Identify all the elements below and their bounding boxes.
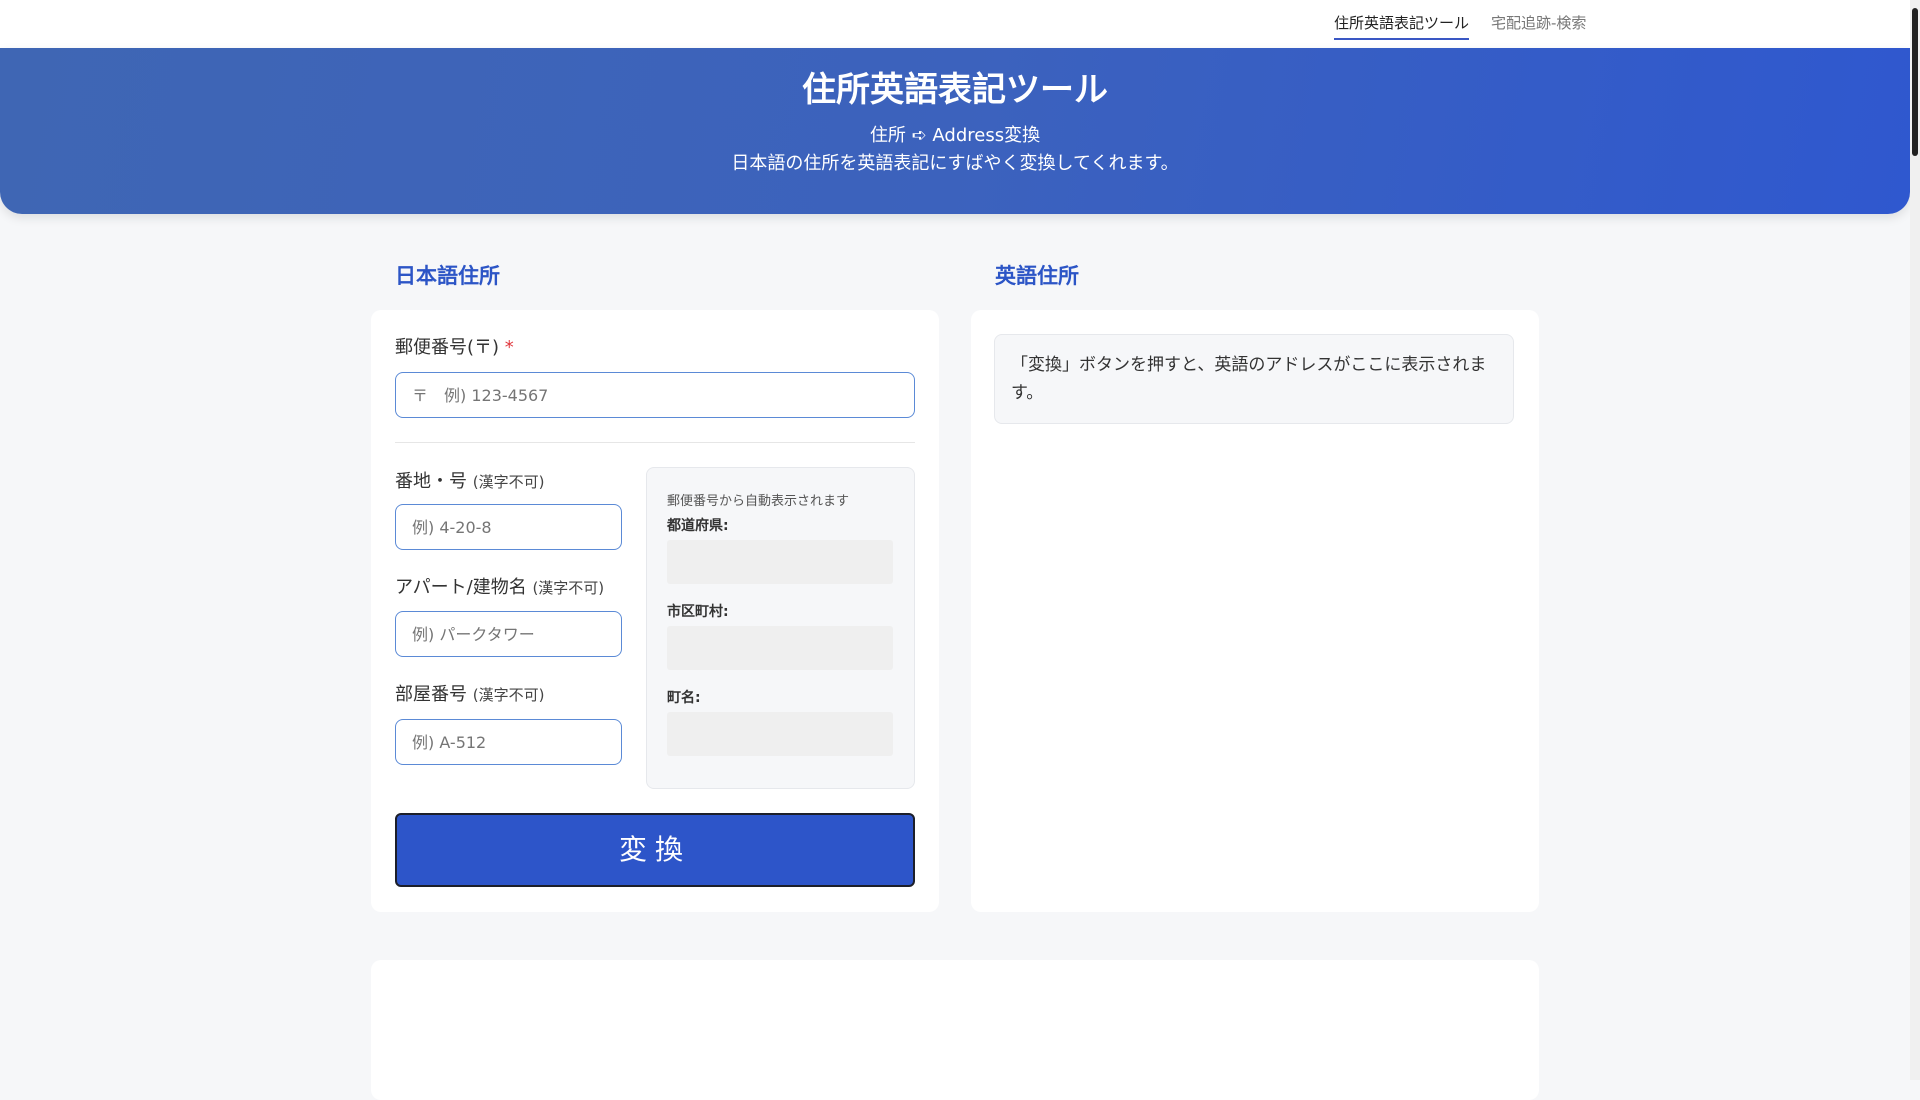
- japanese-address-heading: 日本語住所: [395, 264, 500, 288]
- page-scrollbar[interactable]: [1910, 0, 1920, 1080]
- english-address-result: 「変換」ボタンを押すと、英語のアドレスがここに表示されます。: [994, 334, 1514, 424]
- page-title: 住所英語表記ツール: [802, 70, 1108, 110]
- city-field: [667, 626, 893, 670]
- convert-button[interactable]: 変換: [395, 813, 915, 887]
- prefecture-field: [667, 540, 893, 584]
- city-label: 市区町村:: [667, 604, 729, 620]
- divider: [395, 442, 915, 443]
- english-address-heading: 英語住所: [995, 264, 1079, 288]
- tab-address-tool[interactable]: 住所英語表記ツール: [1334, 14, 1470, 40]
- prefecture-label: 都道府県:: [667, 518, 729, 534]
- town-field: [667, 712, 893, 756]
- scrollbar-thumb[interactable]: [1912, 8, 1918, 156]
- building-name-label: アパート/建物名 (漢字不可): [395, 577, 605, 598]
- street-number-input[interactable]: [395, 504, 622, 550]
- top-navigation: 住所英語表記ツール 宅配追跡-検索: [0, 0, 1910, 48]
- hero-description: 日本語の住所を英語表記にすばやく変換してくれます。: [731, 153, 1179, 174]
- street-number-label: 番地・号 (漢字不可): [395, 471, 545, 492]
- bottom-content-card: [371, 960, 1539, 1100]
- tab-delivery-tracking[interactable]: 宅配追跡-検索: [1491, 14, 1586, 40]
- room-number-input[interactable]: [395, 719, 622, 765]
- postal-code-label: 郵便番号(〒) *: [395, 337, 514, 358]
- hero-subtitle: 住所 ➪ Address変換: [869, 125, 1041, 146]
- room-number-label: 部屋番号 (漢字不可): [395, 684, 545, 705]
- required-mark: *: [504, 337, 514, 358]
- building-name-input[interactable]: [395, 611, 622, 657]
- auto-fill-note: 郵便番号から自動表示されます: [667, 494, 850, 509]
- hero-banner: 住所英語表記ツール 住所 ➪ Address変換 日本語の住所を英語表記にすばや…: [0, 48, 1910, 214]
- town-label: 町名:: [667, 690, 701, 706]
- postal-code-input[interactable]: [395, 372, 915, 418]
